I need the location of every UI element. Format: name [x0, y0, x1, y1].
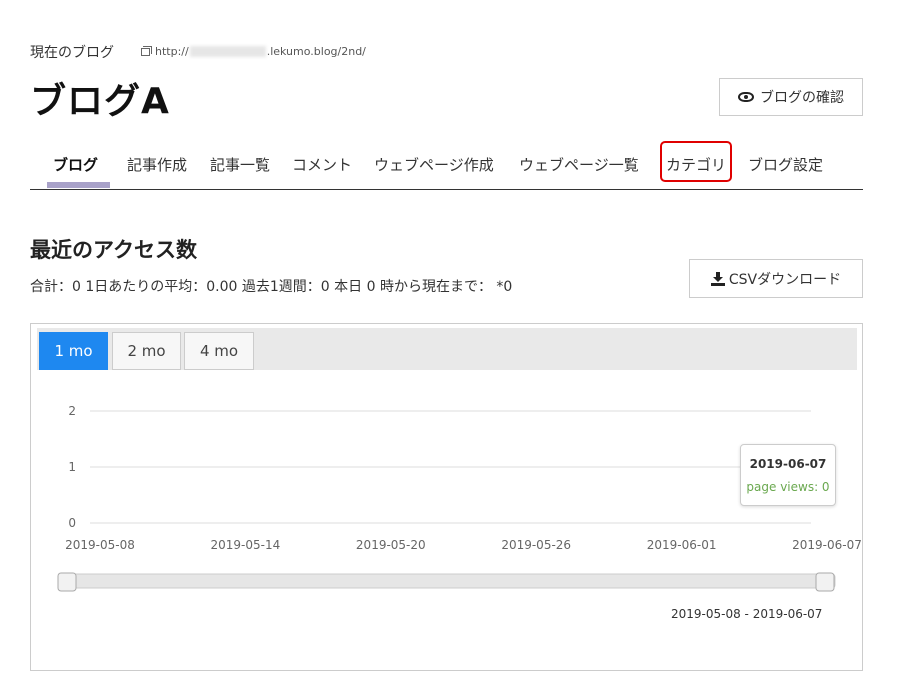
x-tick-label: 2019-06-01 — [647, 538, 717, 552]
csv-download-button[interactable]: CSVダウンロード — [689, 259, 863, 298]
window-icon — [141, 45, 152, 56]
nav-item-comments[interactable]: コメント — [292, 154, 352, 175]
eye-icon — [738, 92, 754, 102]
x-tick-label: 2019-05-20 — [356, 538, 426, 552]
view-blog-button[interactable]: ブログの確認 — [719, 78, 863, 116]
url-suffix: .lekumo.blog/2nd/ — [266, 45, 366, 58]
y-tick-label: 1 — [68, 460, 76, 474]
nav-item-entry-list[interactable]: 記事一覧 — [210, 154, 270, 175]
nav-item-category[interactable]: カテゴリ — [666, 154, 726, 175]
nav-item-new-entry[interactable]: 記事作成 — [127, 154, 187, 175]
url-redacted — [189, 46, 266, 57]
nav-item-blog[interactable]: ブログ — [53, 154, 98, 175]
blog-url[interactable]: http:// .lekumo.blog/2nd/ — [141, 45, 366, 58]
x-tick-label: 2019-06-07 — [792, 538, 862, 552]
y-tick-label: 0 — [68, 516, 76, 530]
nav-item-new-webpage[interactable]: ウェブページ作成 — [374, 154, 494, 175]
x-tick-label: 2019-05-08 — [65, 538, 135, 552]
access-title: 最近のアクセス数 — [30, 238, 197, 262]
range-slider-handle-right[interactable] — [815, 572, 835, 592]
y-tick-label: 2 — [68, 404, 76, 418]
nav-item-blog-settings[interactable]: ブログ設定 — [748, 154, 823, 175]
download-icon — [710, 271, 725, 286]
x-tick-label: 2019-05-14 — [211, 538, 281, 552]
url-prefix: http:// — [155, 45, 189, 58]
chart-panel: 1 mo 2 mo 4 mo 0 1 2 2019-05-08 2019-05-14 20… — [30, 323, 863, 671]
nav-item-webpage-list[interactable]: ウェブページ一覧 — [519, 154, 639, 175]
nav-active-underline — [47, 182, 110, 188]
access-stats: 合計：0 1日あたりの平均：0.00 過去1週間：0 本日 0 時から現在まで：… — [30, 279, 513, 295]
range-slider-handle-left[interactable] — [57, 572, 77, 592]
tooltip-date: 2019-06-07 — [749, 457, 827, 471]
range-label: 2019-05-08 - 2019-06-07 — [671, 607, 823, 621]
blog-title: ブログA — [30, 81, 170, 122]
blog-nav: ブログ 記事作成 記事一覧 コメント ウェブページ作成 ウェブページ一覧 カテゴ… — [30, 141, 863, 190]
chart-tooltip: 2019-06-07 page views: 0 — [740, 444, 836, 506]
current-blog-label: 現在のブログ — [30, 45, 114, 61]
view-blog-label: ブログの確認 — [760, 90, 844, 106]
csv-download-label: CSVダウンロード — [728, 271, 842, 288]
x-tick-label: 2019-05-26 — [501, 538, 571, 552]
range-slider-track — [66, 573, 836, 589]
tooltip-value: page views: 0 — [746, 480, 830, 494]
